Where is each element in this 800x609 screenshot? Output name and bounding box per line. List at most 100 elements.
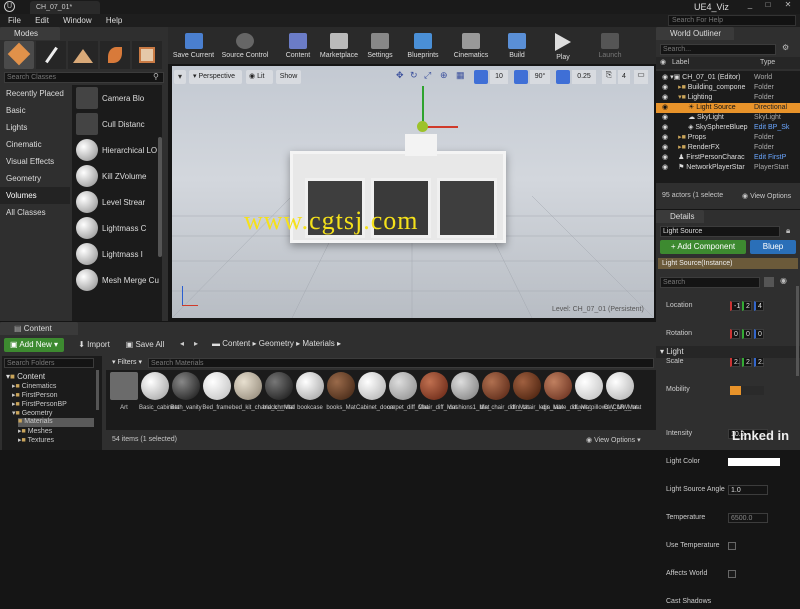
- filters-button[interactable]: ▾ Filters ▾: [112, 358, 142, 366]
- class-item[interactable]: Hierarchical LO: [72, 137, 162, 163]
- location-y[interactable]: 2: [742, 301, 752, 311]
- blueprint-button[interactable]: Bluep: [750, 240, 796, 254]
- affects-world-checkbox[interactable]: [728, 570, 736, 578]
- breadcrumb-content[interactable]: Content: [222, 339, 250, 348]
- menu-file[interactable]: File: [8, 14, 21, 27]
- material-thumbnail[interactable]: [358, 372, 386, 400]
- material-thumbnail[interactable]: [203, 372, 231, 400]
- folder-meshes[interactable]: ▸■ Meshes: [18, 427, 52, 435]
- angle-snap-value[interactable]: 90°: [530, 70, 550, 84]
- tree-row[interactable]: ◉ ☁ SkyLight SkyLight: [656, 113, 800, 123]
- folder-textures[interactable]: ▸■ Textures: [18, 436, 54, 444]
- category-cinematic[interactable]: Cinematic: [0, 136, 70, 153]
- scale-snap-icon[interactable]: [556, 70, 570, 84]
- minimize-button[interactable]: _: [742, 0, 758, 12]
- paint-mode-icon[interactable]: [36, 41, 66, 69]
- show-button[interactable]: Show: [276, 70, 301, 84]
- location-x[interactable]: -1: [730, 301, 740, 311]
- material-thumbnail[interactable]: [420, 372, 448, 400]
- class-item[interactable]: Mesh Merge Cu: [72, 267, 162, 293]
- class-item[interactable]: Level Strear: [72, 189, 162, 215]
- cinematics-button[interactable]: Cinematics: [450, 29, 492, 63]
- class-item[interactable]: Lightmass C: [72, 215, 162, 241]
- material-thumbnail[interactable]: [544, 372, 572, 400]
- eye-icon[interactable]: ◉: [662, 114, 670, 121]
- rotation-y[interactable]: 0: [742, 329, 752, 339]
- material-thumbnail[interactable]: [482, 372, 510, 400]
- type-column-header[interactable]: Type: [760, 57, 775, 69]
- close-button[interactable]: ✕: [780, 0, 796, 12]
- grid-view-icon[interactable]: [764, 277, 774, 287]
- material-thumbnail[interactable]: [110, 372, 138, 400]
- eye-icon[interactable]: ◉: [662, 84, 670, 91]
- content-view-options[interactable]: ◉ View Options ▾: [586, 436, 641, 444]
- category-geometry[interactable]: Geometry: [0, 170, 70, 187]
- eye-icon[interactable]: ◉: [662, 144, 670, 151]
- tree-row[interactable]: ◉ ▾■ Lighting Folder: [656, 93, 800, 103]
- category-basic[interactable]: Basic: [0, 102, 70, 119]
- menu-window[interactable]: Window: [63, 14, 91, 27]
- scale-y[interactable]: 2.: [742, 357, 752, 367]
- actor-name-field[interactable]: Light Source: [660, 226, 780, 237]
- material-thumbnail[interactable]: [389, 372, 417, 400]
- tree-row[interactable]: ◉ ▾▣ CH_07_01 (Editor) World: [656, 73, 800, 83]
- light-color-swatch[interactable]: [728, 458, 780, 466]
- instance-row[interactable]: Light Source(Instance): [658, 258, 798, 269]
- gizmo-right-axis[interactable]: [424, 126, 458, 128]
- eye-icon[interactable]: ◉: [780, 276, 787, 285]
- gizmo-pivot[interactable]: [417, 121, 428, 132]
- angle-field[interactable]: 1.0: [728, 485, 768, 495]
- geometry-mode-icon[interactable]: [132, 41, 162, 69]
- eye-icon[interactable]: ◉: [662, 104, 670, 111]
- eye-icon[interactable]: ◉: [662, 94, 670, 101]
- maximize-viewport-icon[interactable]: ▭: [634, 70, 648, 84]
- add-component-button[interactable]: + Add Component: [660, 240, 746, 254]
- label-column-header[interactable]: Label: [672, 57, 689, 69]
- lit-button[interactable]: ◉ Lit: [246, 70, 273, 84]
- grid-snap-icon[interactable]: [474, 70, 488, 84]
- material-thumbnail[interactable]: [234, 372, 262, 400]
- scale-x[interactable]: 2.: [730, 357, 740, 367]
- class-item[interactable]: Cull Distanc: [72, 111, 162, 137]
- world-space-icon[interactable]: ⊕: [440, 70, 452, 84]
- menu-help[interactable]: Help: [106, 14, 122, 27]
- category-lights[interactable]: Lights: [0, 119, 70, 136]
- menu-edit[interactable]: Edit: [35, 14, 49, 27]
- world-outliner-tab[interactable]: World Outliner: [656, 27, 734, 40]
- maximize-button[interactable]: □: [760, 0, 776, 12]
- outliner-view-options[interactable]: ◉ View Options: [742, 192, 791, 200]
- mobility-toggle[interactable]: [730, 386, 764, 395]
- tree-row[interactable]: ◉ ⚑ NetworkPlayerStar PlayerStart: [656, 163, 800, 173]
- material-thumbnail[interactable]: [265, 372, 293, 400]
- category-visual-effects[interactable]: Visual Effects: [0, 153, 70, 170]
- source-control-button[interactable]: Source Control: [219, 29, 271, 63]
- camera-speed-value[interactable]: 4: [618, 70, 630, 84]
- rotation-x[interactable]: 0: [730, 329, 740, 339]
- details-scrollbar[interactable]: [796, 286, 799, 376]
- place-mode-icon[interactable]: [4, 41, 34, 69]
- rotate-tool-icon[interactable]: ↻: [410, 70, 422, 84]
- eye-icon[interactable]: ◉: [662, 74, 670, 81]
- details-search-input[interactable]: Search: [660, 277, 760, 288]
- blueprints-button[interactable]: Blueprints: [402, 29, 444, 63]
- use-temperature-checkbox[interactable]: [728, 542, 736, 550]
- tree-row[interactable]: ◉ ♟ FirstPersonCharac Edit FirstP: [656, 153, 800, 163]
- content-browser-tab[interactable]: ▤ Content Browser: [0, 322, 78, 346]
- surface-snap-icon[interactable]: ▦: [456, 70, 468, 84]
- tree-row[interactable]: ◉ ◈ SkySphereBluep Edit BP_Sk: [656, 123, 800, 133]
- modes-tab[interactable]: Modes: [0, 27, 60, 40]
- save-all-button[interactable]: ▣ Save All: [120, 338, 170, 352]
- material-thumbnail[interactable]: [296, 372, 324, 400]
- launch-button[interactable]: Launch: [590, 29, 630, 63]
- material-thumbnail[interactable]: [172, 372, 200, 400]
- outliner-search-input[interactable]: Search...: [660, 44, 776, 55]
- folder-content[interactable]: ▾■ Content: [6, 372, 45, 381]
- grid-snap-value[interactable]: 10: [490, 70, 508, 84]
- play-button[interactable]: Play: [546, 29, 580, 63]
- rotation-z[interactable]: 0: [754, 329, 764, 339]
- translate-tool-icon[interactable]: ✥: [396, 70, 408, 84]
- foliage-mode-icon[interactable]: [100, 41, 130, 69]
- search-materials-input[interactable]: Search Materials: [148, 358, 654, 368]
- search-classes-input[interactable]: Search Classes: [4, 72, 164, 83]
- nav-forward-icon[interactable]: ▸: [194, 339, 198, 348]
